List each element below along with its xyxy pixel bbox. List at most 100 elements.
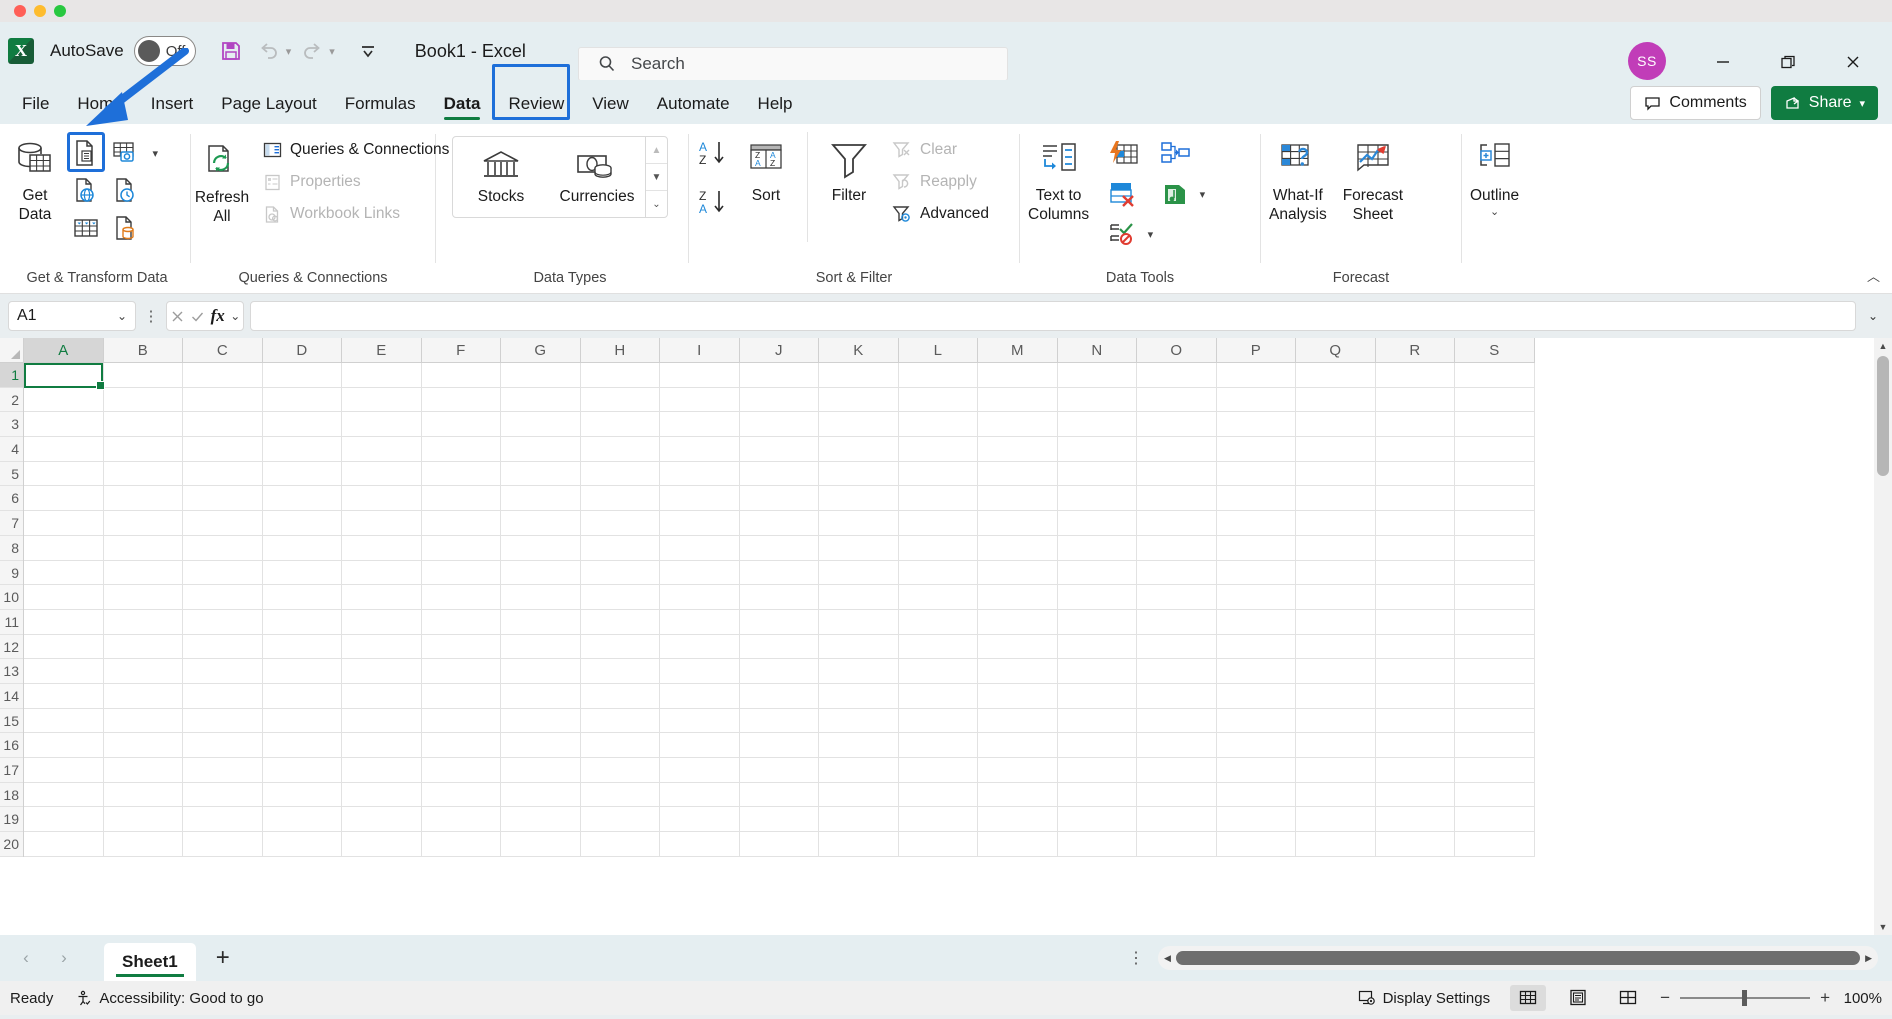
vertical-scroll-thumb[interactable] [1877, 356, 1889, 476]
cell-I18[interactable] [660, 783, 740, 808]
more-options-icon[interactable]: ⋮ [142, 307, 160, 325]
cell-G19[interactable] [501, 807, 581, 832]
cell-C4[interactable] [183, 437, 263, 462]
cell-F20[interactable] [422, 832, 502, 857]
cell-C3[interactable] [183, 412, 263, 437]
cell-I15[interactable] [660, 709, 740, 734]
cell-O18[interactable] [1137, 783, 1217, 808]
cell-Q19[interactable] [1296, 807, 1376, 832]
cell-R19[interactable] [1376, 807, 1456, 832]
cell-C5[interactable] [183, 462, 263, 487]
column-header-R[interactable]: R [1376, 338, 1456, 362]
tab-page-layout[interactable]: Page Layout [207, 94, 330, 124]
column-header-P[interactable]: P [1217, 338, 1297, 362]
cell-F10[interactable] [422, 585, 502, 610]
cell-M4[interactable] [978, 437, 1058, 462]
cell-N7[interactable] [1058, 511, 1138, 536]
cell-F18[interactable] [422, 783, 502, 808]
cell-F7[interactable] [422, 511, 502, 536]
text-to-columns-button[interactable]: Text to Columns [1020, 132, 1097, 228]
cell-J1[interactable] [740, 363, 820, 388]
save-icon[interactable] [214, 34, 248, 68]
cell-N16[interactable] [1058, 733, 1138, 758]
cell-M1[interactable] [978, 363, 1058, 388]
cell-P7[interactable] [1217, 511, 1297, 536]
row-header-3[interactable]: 3 [0, 412, 23, 437]
cell-R6[interactable] [1376, 486, 1456, 511]
row-header-13[interactable]: 13 [0, 659, 23, 684]
cell-D20[interactable] [263, 832, 343, 857]
cell-J16[interactable] [740, 733, 820, 758]
enter-icon[interactable] [190, 309, 205, 324]
cell-S15[interactable] [1455, 709, 1535, 734]
cell-K14[interactable] [819, 684, 899, 709]
cell-I5[interactable] [660, 462, 740, 487]
share-dropdown-icon[interactable]: ▾ [1859, 97, 1865, 110]
cell-G6[interactable] [501, 486, 581, 511]
zoom-in-button[interactable]: + [1820, 988, 1830, 1008]
cell-Q4[interactable] [1296, 437, 1376, 462]
cell-S11[interactable] [1455, 610, 1535, 635]
cell-H6[interactable] [581, 486, 661, 511]
cell-A6[interactable] [24, 486, 104, 511]
cell-I7[interactable] [660, 511, 740, 536]
cell-E12[interactable] [342, 635, 422, 660]
cell-I16[interactable] [660, 733, 740, 758]
cell-L6[interactable] [899, 486, 979, 511]
cell-D4[interactable] [263, 437, 343, 462]
close-button[interactable] [1835, 44, 1871, 80]
cell-L20[interactable] [899, 832, 979, 857]
cell-K5[interactable] [819, 462, 899, 487]
cell-K11[interactable] [819, 610, 899, 635]
cell-J8[interactable] [740, 536, 820, 561]
cell-S7[interactable] [1455, 511, 1535, 536]
from-picture-button[interactable]: ▾ [106, 134, 146, 172]
cell-A4[interactable] [24, 437, 104, 462]
cell-O7[interactable] [1137, 511, 1217, 536]
cell-I19[interactable] [660, 807, 740, 832]
mac-close-button[interactable] [14, 5, 26, 17]
cell-S1[interactable] [1455, 363, 1535, 388]
cell-E11[interactable] [342, 610, 422, 635]
refresh-all-button[interactable]: Refresh All [191, 132, 253, 230]
cell-D2[interactable] [263, 388, 343, 413]
sort-ascending-button[interactable]: A Z [697, 138, 731, 173]
cell-F9[interactable] [422, 561, 502, 586]
cell-P18[interactable] [1217, 783, 1297, 808]
cell-C14[interactable] [183, 684, 263, 709]
cell-C7[interactable] [183, 511, 263, 536]
what-if-analysis-button[interactable]: What-If Analysis [1261, 132, 1335, 228]
cell-L12[interactable] [899, 635, 979, 660]
cell-D10[interactable] [263, 585, 343, 610]
cell-R2[interactable] [1376, 388, 1456, 413]
cell-H9[interactable] [581, 561, 661, 586]
cell-G15[interactable] [501, 709, 581, 734]
cell-Q7[interactable] [1296, 511, 1376, 536]
row-header-5[interactable]: 5 [0, 462, 23, 487]
cell-S3[interactable] [1455, 412, 1535, 437]
column-header-I[interactable]: I [660, 338, 740, 362]
cell-P17[interactable] [1217, 758, 1297, 783]
cell-P6[interactable] [1217, 486, 1297, 511]
cell-H2[interactable] [581, 388, 661, 413]
page-layout-view-button[interactable] [1560, 985, 1596, 1011]
cell-E2[interactable] [342, 388, 422, 413]
cell-I17[interactable] [660, 758, 740, 783]
cell-N17[interactable] [1058, 758, 1138, 783]
cell-J5[interactable] [740, 462, 820, 487]
cell-O10[interactable] [1137, 585, 1217, 610]
filter-button[interactable]: Filter [818, 132, 880, 209]
cell-P3[interactable] [1217, 412, 1297, 437]
column-header-Q[interactable]: Q [1296, 338, 1376, 362]
cell-P12[interactable] [1217, 635, 1297, 660]
cell-C6[interactable] [183, 486, 263, 511]
add-sheet-button[interactable]: + [202, 944, 244, 972]
cell-P5[interactable] [1217, 462, 1297, 487]
cell-O13[interactable] [1137, 659, 1217, 684]
relationships-button[interactable]: ▾ [1149, 174, 1201, 214]
cell-N9[interactable] [1058, 561, 1138, 586]
cell-H13[interactable] [581, 659, 661, 684]
cell-M11[interactable] [978, 610, 1058, 635]
cell-K13[interactable] [819, 659, 899, 684]
cell-R17[interactable] [1376, 758, 1456, 783]
